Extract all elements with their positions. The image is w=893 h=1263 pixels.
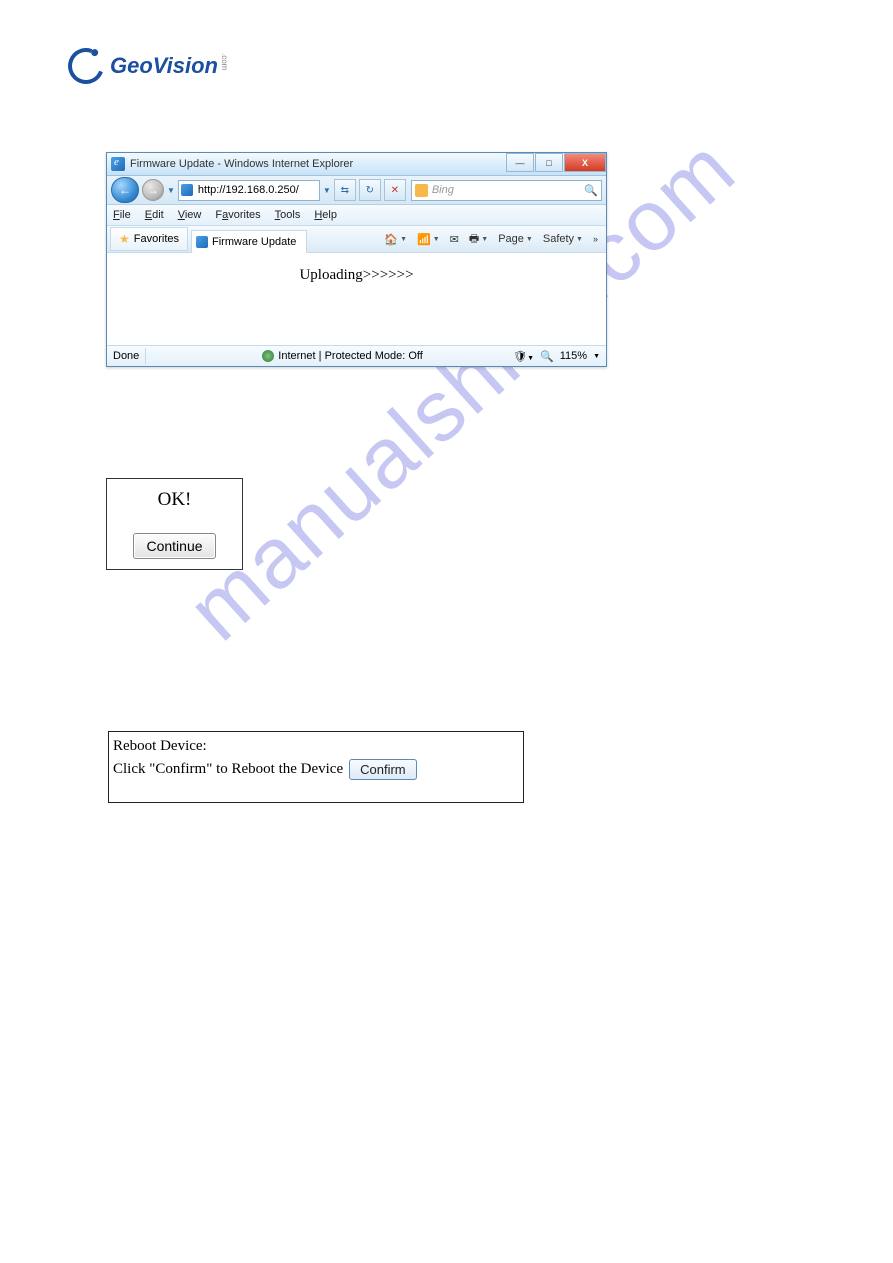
menu-view[interactable]: View (178, 209, 202, 221)
address-field[interactable] (178, 180, 320, 201)
ie-window: Firmware Update - Windows Internet Explo… (106, 152, 607, 367)
safety-menu[interactable]: Safety▼ (539, 229, 587, 249)
window-title: Firmware Update - Windows Internet Explo… (130, 158, 353, 170)
page-icon (181, 184, 193, 196)
url-input[interactable] (196, 183, 310, 197)
ie-logo-icon (111, 157, 125, 171)
page-menu[interactable]: Page▼ (494, 229, 537, 249)
ie-status-bar: Done Internet | Protected Mode: Off 🛡▼ 🔍… (107, 345, 606, 366)
mail-button[interactable]: ✉ (446, 229, 463, 249)
protected-mode-icon[interactable]: 🛡▼ (513, 350, 534, 363)
logo-tagline: .com (220, 53, 229, 70)
back-button[interactable]: ← (111, 177, 139, 203)
ie-titlebar: Firmware Update - Windows Internet Explo… (107, 153, 606, 176)
reboot-instruction: Click "Confirm" to Reboot the Device (113, 761, 343, 778)
menu-file[interactable]: File (113, 209, 131, 221)
menu-help[interactable]: Help (314, 209, 337, 221)
favorites-label: Favorites (134, 233, 179, 245)
zoom-icon[interactable]: 🔍 (540, 350, 554, 363)
address-dropdown-icon[interactable]: ▼ (323, 186, 331, 195)
ie-menu-bar: File Edit View Favorites Tools Help (107, 205, 606, 226)
logo-mark-icon (62, 42, 110, 90)
confirm-button[interactable]: Confirm (349, 759, 417, 780)
home-button[interactable]: 🏠▼ (380, 229, 411, 249)
favorites-button[interactable]: ★ Favorites (110, 227, 188, 251)
zoom-level[interactable]: 115% (560, 350, 587, 362)
forward-button[interactable]: → (142, 179, 164, 201)
status-done: Done (113, 350, 139, 362)
uploading-text: Uploading>>>>>> (299, 267, 413, 345)
feeds-button[interactable]: 📶▼ (413, 229, 444, 249)
ok-label: OK! (107, 489, 242, 511)
tab-icon (196, 236, 208, 248)
ie-address-bar: ← → ▼ ▼ ⇆ ↻ ✕ Bing 🔍 (107, 176, 606, 205)
search-icon[interactable]: 🔍 (584, 184, 598, 197)
search-provider: Bing (432, 184, 454, 196)
tab-title: Firmware Update (212, 236, 296, 248)
page-content: Uploading>>>>>> (107, 253, 606, 345)
active-tab[interactable]: Firmware Update (191, 230, 307, 253)
menu-tools[interactable]: Tools (275, 209, 301, 221)
window-close-button[interactable]: X (564, 153, 606, 172)
compat-view-button[interactable]: ⇆ (334, 179, 356, 201)
status-zone: Internet | Protected Mode: Off (278, 350, 423, 362)
refresh-button[interactable]: ↻ (359, 179, 381, 201)
internet-zone-icon (262, 350, 274, 362)
search-field[interactable]: Bing 🔍 (411, 180, 602, 201)
logo-text: GeoVision (110, 53, 218, 79)
geovision-logo: GeoVision .com (68, 48, 229, 84)
menu-edit[interactable]: Edit (145, 209, 164, 221)
zoom-dropdown-icon[interactable]: ▼ (593, 353, 600, 360)
more-commands-icon[interactable]: » (589, 229, 602, 249)
stop-button[interactable]: ✕ (384, 179, 406, 201)
continue-button[interactable]: Continue (133, 533, 215, 559)
window-minimize-button[interactable]: — (506, 153, 534, 172)
ok-dialog: OK! Continue (106, 478, 243, 570)
reboot-title: Reboot Device: (113, 738, 519, 755)
bing-icon (415, 184, 428, 197)
print-button[interactable]: 🖶▼ (465, 229, 492, 249)
command-bar: 🏠▼ 📶▼ ✉ 🖶▼ Page▼ Safety▼ » (380, 229, 606, 249)
history-dropdown-icon[interactable]: ▼ (167, 186, 175, 195)
reboot-panel: Reboot Device: Click "Confirm" to Reboot… (108, 731, 524, 803)
window-maximize-button[interactable]: □ (535, 153, 563, 172)
star-icon: ★ (119, 232, 130, 246)
ie-tab-bar: ★ Favorites Firmware Update 🏠▼ 📶▼ ✉ 🖶▼ P… (107, 226, 606, 253)
menu-favorites[interactable]: Favorites (215, 209, 260, 221)
